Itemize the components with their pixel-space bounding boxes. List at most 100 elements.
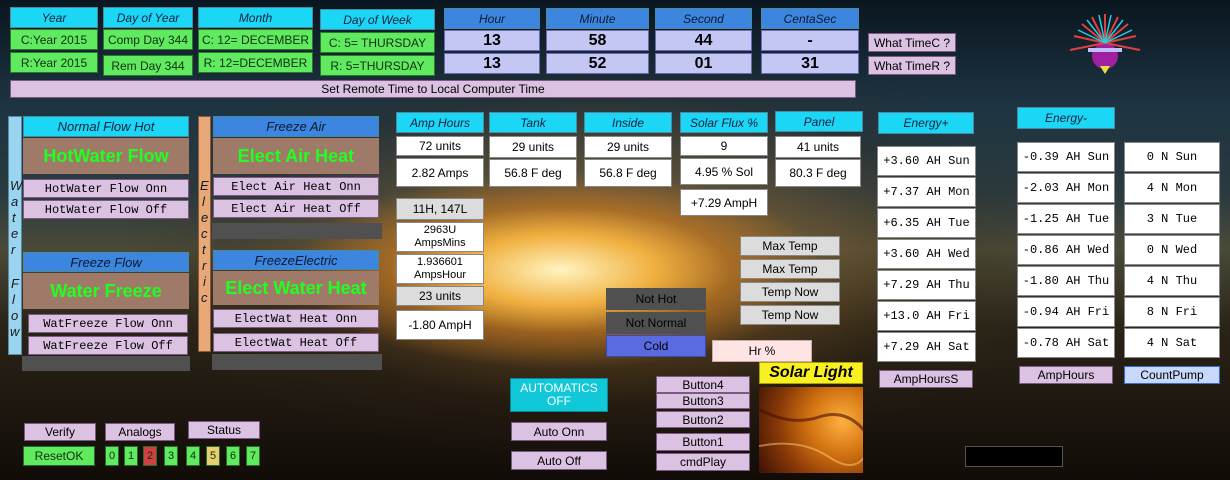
panel-header: Panel [775, 111, 863, 132]
elect-air-heat-off-button[interactable]: Elect Air Heat Off [213, 199, 379, 218]
day-of-year-c: Comp Day 344 [103, 29, 193, 50]
hour-c: 13 [444, 30, 540, 51]
energy-minus-row: -0.39 AH Sun [1017, 142, 1115, 172]
what-time-r-button[interactable]: What TimeR ? [868, 56, 956, 75]
centasec-header: CentaSec [761, 8, 859, 29]
count-pump-button[interactable]: CountPump [1124, 366, 1220, 384]
tank-header: Tank [489, 112, 577, 133]
button2[interactable]: Button2 [656, 411, 750, 428]
second-header: Second [655, 8, 752, 29]
amp-hours-amp-hour: 1.936601 AmpsHour [396, 254, 484, 284]
reset-ok-button[interactable]: ResetOK [23, 446, 95, 466]
hotwater-flow-onn-button[interactable]: HotWater Flow Onn [23, 179, 189, 198]
water-freeze-label: Water Freeze [23, 273, 189, 309]
digit-indicator-0[interactable]: 0 [105, 446, 119, 466]
electric-letter-i: i [203, 274, 206, 289]
verify-button[interactable]: Verify [24, 423, 96, 441]
water-letter-f: F [11, 276, 19, 291]
tank-deg: 56.8 F deg [489, 159, 577, 187]
auto-onn-button[interactable]: Auto Onn [511, 422, 607, 441]
digit-indicator-7[interactable]: 7 [246, 446, 260, 466]
electric-letter-e: E [200, 178, 209, 193]
tank-units: 29 units [489, 136, 577, 158]
amp-hours-s-button[interactable]: AmpHoursS [879, 370, 973, 388]
digit-indicator-2[interactable]: 2 [143, 446, 157, 466]
electric-letter-c2: c [201, 290, 208, 305]
solar-flux-header: Solar Flux % [680, 112, 768, 133]
amp-hours-amps: 2.82 Amps [396, 158, 484, 187]
energy-plus-row: +7.37 AH Mon [877, 177, 976, 207]
centasec-c: - [761, 30, 859, 51]
watfreeze-flow-onn-button[interactable]: WatFreeze Flow Onn [28, 314, 188, 333]
digit-indicator-1[interactable]: 1 [124, 446, 138, 466]
energy-plus-row: +6.35 AH Tue [877, 208, 976, 238]
digit-indicator-6[interactable]: 6 [226, 446, 240, 466]
inside-units: 29 units [584, 136, 672, 158]
energy-minus-row: -0.86 AH Wed [1017, 235, 1115, 265]
minute-header: Minute [546, 8, 649, 29]
temp-now-2: Temp Now [740, 305, 840, 325]
button3[interactable]: Button3 [656, 393, 750, 409]
day-of-year-r: Rem Day 344 [103, 55, 193, 76]
inside-header: Inside [584, 112, 672, 133]
blank-display [965, 446, 1063, 467]
button1[interactable]: Button1 [656, 433, 750, 451]
digit-indicator-3[interactable]: 3 [164, 446, 178, 466]
cold-status: Cold [606, 335, 706, 357]
not-normal-status: Not Normal [606, 312, 706, 334]
energy-minus-row: -1.80 AH Thu [1017, 266, 1115, 296]
water-letter-e: e [11, 226, 19, 241]
freeze-electric-header: FreezeElectric [213, 250, 379, 270]
auto-off-button[interactable]: Auto Off [511, 451, 607, 470]
hotwater-flow-off-button[interactable]: HotWater Flow Off [23, 200, 189, 219]
electwat-heat-onn-button[interactable]: ElectWat Heat Onn [213, 309, 379, 328]
amp-hours-amph: -1.80 AmpH [396, 310, 484, 340]
electric-letter-e2: e [201, 210, 209, 225]
electric-letter-c: c [201, 226, 208, 241]
hour-r: 13 [444, 53, 540, 74]
what-time-c-button[interactable]: What TimeC ? [868, 33, 956, 52]
month-r: R: 12=DECEMBER [198, 52, 313, 73]
digit-indicator-5[interactable]: 5 [206, 446, 220, 466]
water-letter-l: l [12, 292, 15, 307]
day-of-year-header: Day of Year [103, 7, 193, 28]
button4[interactable]: Button4 [656, 376, 750, 393]
electwat-heat-off-button[interactable]: ElectWat Heat Off [213, 333, 379, 352]
amp-hours-h-label: 11H, 147L [396, 198, 484, 220]
water-letter-w: W [10, 178, 23, 193]
count-pump-row: 4 N Mon [1124, 173, 1220, 203]
elect-water-heat-label: Elect Water Heat [213, 271, 379, 305]
inside-deg: 56.8 F deg [584, 159, 672, 187]
month-c: C: 12= DECEMBER [198, 29, 313, 50]
panel-units: 41 units [775, 136, 861, 158]
sun-surface-icon [759, 407, 863, 466]
solar-flux-amph: +7.29 AmpH [680, 189, 768, 216]
water-letter-a: a [11, 194, 19, 209]
centasec-r: 31 [761, 53, 859, 74]
count-pump-row: 0 N Wed [1124, 235, 1220, 265]
electric-letter-r: r [202, 258, 207, 273]
energy-minus-row: -0.78 AH Sat [1017, 328, 1115, 358]
year-r: R:Year 2015 [10, 52, 98, 73]
second-c: 44 [655, 30, 752, 51]
energy-minus-row: -0.94 AH Fri [1017, 297, 1115, 327]
amp-hours-header: Amp Hours [396, 112, 484, 133]
electric-letter-l: l [202, 194, 205, 209]
sunburst-logo-icon [1069, 14, 1141, 74]
set-remote-time-button[interactable]: Set Remote Time to Local Computer Time [10, 80, 856, 98]
solar-flux-sol: 4.95 % Sol [680, 158, 768, 185]
water-letter-w2: w [10, 324, 20, 339]
status-button[interactable]: Status [188, 421, 260, 439]
automatics-status: AUTOMATICS OFF [510, 378, 608, 412]
watfreeze-flow-off-button[interactable]: WatFreeze Flow Off [28, 336, 188, 355]
analogs-button[interactable]: Analogs [105, 423, 175, 441]
digit-indicator-4[interactable]: 4 [186, 446, 200, 466]
hr-percent-field: Hr % [712, 340, 812, 362]
amp-hours-button[interactable]: AmpHours [1019, 366, 1113, 384]
cmd-play-button[interactable]: cmdPlay [656, 453, 750, 471]
second-r: 01 [655, 53, 752, 74]
elect-air-heat-onn-button[interactable]: Elect Air Heat Onn [213, 177, 379, 196]
count-pump-row: 4 N Thu [1124, 266, 1220, 296]
energy-plus-row: +3.60 AH Sun [877, 146, 976, 176]
count-pump-row: 8 N Fri [1124, 297, 1220, 327]
